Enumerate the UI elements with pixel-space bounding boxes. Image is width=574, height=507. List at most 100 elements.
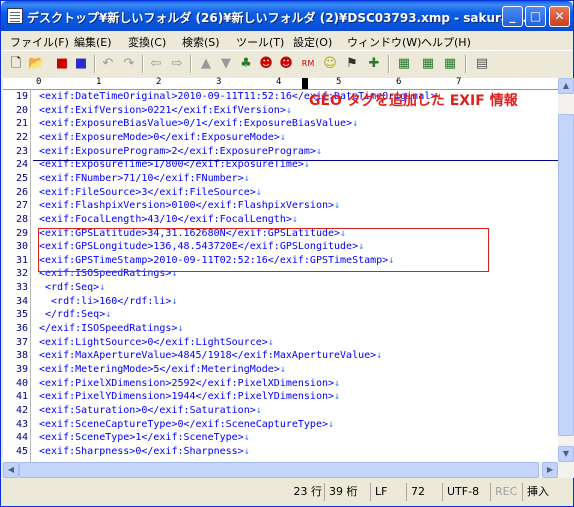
- ruler-label: 2: [156, 77, 162, 87]
- code-line[interactable]: 34 <rdf:li>160</rdf:li>↓: [3, 295, 558, 309]
- menu-file[interactable]: ファイル(F): [10, 34, 69, 50]
- line-number: 26: [15, 186, 28, 198]
- clear-marks-icon[interactable]: ☻: [278, 56, 294, 72]
- search-prev-icon[interactable]: ▲: [198, 56, 214, 72]
- eol-arrow-icon: ↓: [279, 131, 286, 143]
- title-bar[interactable]: デスクトップ¥新しいフォルダ (26)¥新しいフォルダ (2)¥DSC03793…: [1, 1, 573, 31]
- code-line[interactable]: 35 </rdf:Seq>↓: [3, 308, 558, 322]
- code-line[interactable]: 40 <exif:PixelXDimension>2592</exif:Pixel…: [3, 377, 558, 391]
- grep-icon[interactable]: ♣: [238, 56, 254, 72]
- search-next-icon[interactable]: ▼: [218, 56, 234, 72]
- status-encoding[interactable]: UTF-8: [442, 483, 488, 501]
- menu-settings[interactable]: 設定(O): [293, 34, 332, 50]
- line-number: 29: [15, 227, 28, 239]
- annotation-highlight-box: [38, 228, 489, 272]
- scroll-right-icon[interactable]: ▶: [542, 462, 558, 478]
- menu-help[interactable]: ヘルプ(H): [421, 34, 471, 50]
- properties-icon[interactable]: ▦: [420, 56, 436, 72]
- scroll-thumb[interactable]: [558, 114, 574, 436]
- code-line[interactable]: 37 <exif:LightSource>0</exif:LightSource>…: [3, 336, 558, 350]
- new-file-icon[interactable]: 🗋: [8, 56, 24, 72]
- hscroll-thumb[interactable]: [19, 462, 539, 478]
- save-as-icon[interactable]: ■: [73, 56, 89, 72]
- code-content: <exif:ExifVersion>0221</exif:ExifVersion…: [39, 104, 286, 116]
- line-number: 31: [15, 254, 28, 266]
- code-line[interactable]: 44 <exif:SceneType>1</exif:SceneType>↓: [3, 431, 558, 445]
- code-text: <exif:ExposureMode>0</exif:ExposureMode>…: [39, 132, 286, 143]
- line-number: 21: [15, 118, 28, 130]
- close-button[interactable]: ✕: [549, 6, 570, 27]
- text-editor[interactable]: 19 <exif:DateTimeOriginal>2010-09-11T11:5…: [3, 90, 558, 462]
- eol-arrow-icon: ↓: [99, 282, 106, 294]
- ruler: 0 1 2 3 4 5 6 7: [3, 77, 558, 90]
- compare-icon[interactable]: ☺: [322, 56, 338, 72]
- line-number: 24: [15, 159, 28, 171]
- code-text: <exif:PixelYDimension>1944</exif:PixelYD…: [39, 391, 340, 402]
- code-line[interactable]: 28 <exif:FocalLength>43/10</exif:FocalLen…: [3, 213, 558, 227]
- menu-window[interactable]: ウィンドウ(W): [347, 34, 421, 50]
- code-line[interactable]: 26 <exif:FileSource>3</exif:FileSource>↓: [3, 186, 558, 200]
- code-content: <exif:FlashpixVersion>0100</exif:Flashpi…: [39, 200, 335, 212]
- code-line[interactable]: 36 </exif:ISOSpeedRatings>↓: [3, 322, 558, 336]
- maximize-button[interactable]: □: [525, 6, 546, 27]
- line-number: 44: [15, 432, 28, 444]
- line-number: 34: [15, 295, 28, 307]
- menu-bar: ファイル(F) 編集(E) 変換(C) 検索(S) ツール(T) 設定(O) ウ…: [2, 31, 573, 50]
- app-icon[interactable]: [7, 8, 23, 24]
- vertical-scrollbar[interactable]: ▲ ▼: [558, 78, 574, 462]
- code-line[interactable]: 39 <exif:MeteringMode>5</exif:MeteringMod…: [3, 363, 558, 377]
- menu-tools[interactable]: ツール(T): [236, 34, 284, 50]
- code-line[interactable]: 23 <exif:ExposureProgram>2</exif:Exposure…: [3, 145, 558, 159]
- settings-icon[interactable]: ✚: [366, 56, 382, 72]
- eol-arrow-icon: ↓: [255, 186, 262, 198]
- code-line[interactable]: 41 <exif:PixelYDimension>1944</exif:Pixel…: [3, 390, 558, 404]
- code-line[interactable]: 25 <exif:FNumber>71/10</exif:FNumber>↓: [3, 172, 558, 186]
- outline-icon[interactable]: ⚑: [344, 56, 360, 72]
- eol-arrow-icon: ↓: [243, 432, 250, 444]
- undo-icon[interactable]: ↶: [100, 56, 116, 72]
- eol-arrow-icon: ↓: [334, 377, 341, 389]
- font-icon[interactable]: ▦: [396, 56, 412, 72]
- line-number: 27: [15, 200, 28, 212]
- grid-icon[interactable]: ▦: [442, 56, 458, 72]
- code-content: <exif:MaxApertureValue>4845/1918</exif:M…: [39, 350, 377, 362]
- status-bar: 23 行 39 桁 LF 72 UTF-8 REC 挿入: [2, 479, 573, 506]
- bookmark-icon[interactable]: RM: [300, 56, 316, 72]
- back-icon[interactable]: ⇦: [148, 56, 164, 72]
- code-line[interactable]: 38 <exif:MaxApertureValue>4845/1918</exif…: [3, 349, 558, 363]
- line-number: 22: [15, 131, 28, 143]
- code-line[interactable]: 21 <exif:ExposureBiasValue>0/1</exif:Expo…: [3, 117, 558, 131]
- ruler-label: 4: [276, 77, 282, 87]
- code-line[interactable]: 22 <exif:ExposureMode>0</exif:ExposureMod…: [3, 131, 558, 145]
- code-content: <exif:MeteringMode>5</exif:MeteringMode>: [39, 364, 280, 375]
- horizontal-scrollbar[interactable]: ◀ ▶: [3, 462, 574, 478]
- code-text: <exif:ExposureBiasValue>0/1</exif:Exposu…: [39, 118, 358, 129]
- code-text: <exif:SceneType>1</exif:SceneType>↓: [39, 432, 250, 443]
- save-icon[interactable]: ■: [54, 56, 70, 72]
- scroll-left-icon[interactable]: ◀: [3, 462, 19, 478]
- scroll-up-icon[interactable]: ▲: [558, 78, 574, 94]
- code-content: <exif:LightSource>0</exif:LightSource>: [39, 336, 268, 348]
- code-content: <exif:Sharpness>0</exif:Sharpness>: [39, 445, 244, 457]
- line-number: 35: [15, 309, 28, 321]
- code-line[interactable]: 27 <exif:FlashpixVersion>0100</exif:Flash…: [3, 199, 558, 213]
- code-line[interactable]: 43 <exif:SceneCaptureType>0</exif:SceneCa…: [3, 418, 558, 432]
- status-insert-mode[interactable]: 挿入: [522, 483, 558, 501]
- redo-icon[interactable]: ↷: [121, 56, 137, 72]
- code-line[interactable]: 45 <exif:Sharpness>0</exif:Sharpness>↓: [3, 445, 558, 459]
- open-file-icon[interactable]: 📂: [28, 56, 44, 72]
- code-content: <rdf:li>160</rdf:li>: [39, 295, 172, 307]
- line-number: 39: [15, 364, 28, 375]
- menu-edit[interactable]: 編集(E): [74, 34, 112, 50]
- forward-icon[interactable]: ⇨: [169, 56, 185, 72]
- ruler-label: 5: [336, 77, 342, 87]
- code-line[interactable]: 33 <rdf:Seq>↓: [3, 281, 558, 295]
- jump-icon[interactable]: ☻: [258, 56, 274, 72]
- eol-arrow-icon: ↓: [285, 104, 292, 116]
- document-icon[interactable]: ▤: [474, 56, 490, 72]
- menu-search[interactable]: 検索(S): [182, 34, 220, 50]
- scroll-down-icon[interactable]: ▼: [558, 446, 574, 462]
- code-line[interactable]: 42 <exif:Saturation>0</exif:Saturation>↓: [3, 404, 558, 418]
- minimize-button[interactable]: _: [502, 6, 523, 27]
- menu-convert[interactable]: 変換(C): [128, 34, 166, 50]
